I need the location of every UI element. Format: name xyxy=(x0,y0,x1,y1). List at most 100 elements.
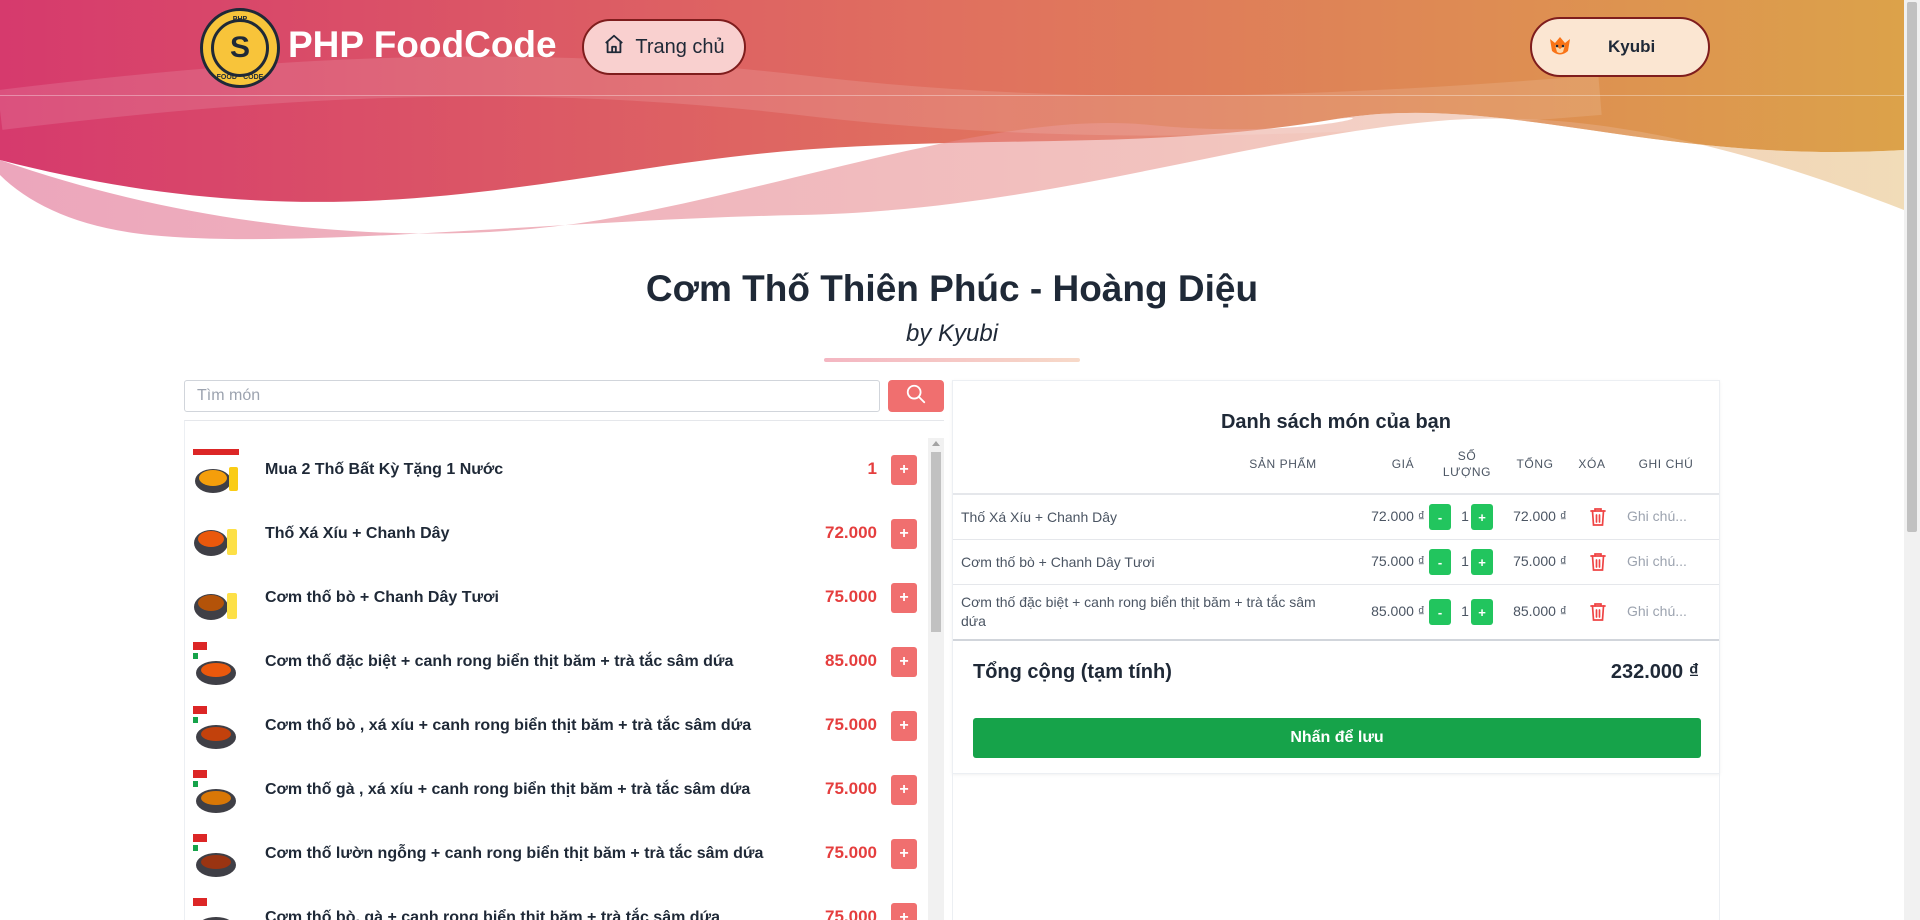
column-header-qty-line1: SỐ xyxy=(1457,449,1477,463)
add-to-cart-button[interactable]: + xyxy=(891,455,917,485)
menu-item-price: 75.000 xyxy=(825,907,877,920)
add-to-cart-button[interactable]: + xyxy=(891,775,917,805)
column-header-total: TỔNG xyxy=(1516,457,1554,471)
title-underline xyxy=(824,358,1080,362)
search-icon xyxy=(905,383,927,410)
menu-item[interactable]: Mua 2 Thố Bất Kỳ Tặng 1 Nước 1 + xyxy=(185,439,929,503)
menu-item-price: 75.000 xyxy=(825,587,877,606)
menu-item-price: 72.000 xyxy=(825,523,877,542)
menu-item-price: 75.000 xyxy=(825,779,877,798)
cart-item-note-input[interactable]: Ghi chú... xyxy=(1627,553,1687,569)
menu-list-scrollbar[interactable] xyxy=(928,438,944,920)
add-to-cart-button[interactable]: + xyxy=(891,903,917,920)
user-menu-button[interactable]: Kyubi xyxy=(1530,17,1710,77)
menu-item[interactable]: Cơm thố đặc biệt + canh rong biển thịt b… xyxy=(185,631,929,695)
cart-title: Danh sách món của bạn xyxy=(1220,411,1452,433)
increase-quantity-button[interactable]: + xyxy=(1471,599,1493,625)
page-scrollbar[interactable] xyxy=(1904,0,1920,920)
menu-item[interactable]: Thố Xá Xíu + Chanh Dây 72.000 + xyxy=(185,503,929,567)
menu-item[interactable]: Cơm thố bò , xá xíu + canh rong biển thị… xyxy=(185,695,929,759)
column-header-note: GHI CHÚ xyxy=(1638,457,1694,471)
add-to-cart-button[interactable]: + xyxy=(891,839,917,869)
add-to-cart-button[interactable]: + xyxy=(891,583,917,613)
header-divider xyxy=(0,95,1904,96)
food-thumbnail xyxy=(191,767,241,817)
subtotal-divider xyxy=(953,639,1719,641)
menu-item-name: Cơm thố đặc biệt + canh rong biển thịt b… xyxy=(265,653,734,670)
save-order-button[interactable]: Nhấn để lưu xyxy=(973,718,1701,758)
brand-logo[interactable]: PHP S FOOD · CODE xyxy=(200,8,280,88)
decrease-quantity-button[interactable]: - xyxy=(1429,504,1451,530)
add-to-cart-button[interactable]: + xyxy=(891,647,917,677)
cart-item-total: 72.000 ₫ xyxy=(1513,508,1567,524)
menu-item-price: 85.000 xyxy=(825,651,877,670)
scroll-up-arrow-icon[interactable] xyxy=(932,441,940,446)
menu-item[interactable]: Cơm thố gà , xá xíu + canh rong biển thị… xyxy=(185,759,929,823)
increase-quantity-button[interactable]: + xyxy=(1471,504,1493,530)
food-thumbnail xyxy=(191,895,241,920)
food-thumbnail xyxy=(191,831,241,881)
cart-item-price: 75.000 ₫ xyxy=(1371,553,1425,569)
cart-item-name: Cơm thố bò + Chanh Dây Tươi xyxy=(961,554,1155,570)
cart-column-extension xyxy=(952,774,1720,920)
menu-item-name: Cơm thố lườn ngỗng + canh rong biển thịt… xyxy=(265,845,764,862)
menu-list[interactable]: Mua 2 Thố Bất Kỳ Tặng 1 Nước 1 + Thố Xá … xyxy=(184,420,944,920)
menu-item-price: 75.000 xyxy=(825,715,877,734)
logo-ring: S xyxy=(211,19,269,77)
brand-name[interactable]: PHP FoodCode xyxy=(288,24,557,66)
cart-item-note-input[interactable]: Ghi chú... xyxy=(1627,603,1687,619)
cart-item-price: 85.000 ₫ xyxy=(1371,603,1425,619)
page-subtitle: by Kyubi xyxy=(905,320,999,347)
food-thumbnail xyxy=(191,703,241,753)
menu-item-name: Cơm thố bò, gà + canh rong biển thịt băm… xyxy=(265,909,721,920)
user-name: Kyubi xyxy=(1608,37,1656,56)
cart-panel: Danh sách món của bạn SẢN PHẨM GIÁ SỐ LƯ… xyxy=(952,380,1720,774)
page-scroll-thumb[interactable] xyxy=(1907,2,1917,532)
cart-item-total: 75.000 ₫ xyxy=(1513,553,1567,569)
food-thumbnail xyxy=(191,511,241,561)
cart-item-note-input[interactable]: Ghi chú... xyxy=(1627,508,1687,524)
fox-avatar-icon xyxy=(1546,31,1574,64)
logo-bottom-text: FOOD · CODE xyxy=(216,74,264,81)
decrease-quantity-button[interactable]: - xyxy=(1429,599,1451,625)
menu-item[interactable]: Cơm thố bò + Chanh Dây Tươi 75.000 + xyxy=(185,567,929,631)
cart-item-total: 85.000 ₫ xyxy=(1513,603,1567,619)
home-icon xyxy=(603,33,625,61)
menu-list-scroll-thumb[interactable] xyxy=(931,452,941,632)
add-to-cart-button[interactable]: + xyxy=(891,711,917,741)
increase-quantity-button[interactable]: + xyxy=(1471,549,1493,575)
trash-icon[interactable] xyxy=(1589,602,1607,627)
menu-item-name: Thố Xá Xíu + Chanh Dây xyxy=(265,525,450,542)
trash-icon[interactable] xyxy=(1589,552,1607,577)
menu-item-name: Cơm thố gà , xá xíu + canh rong biển thị… xyxy=(265,781,751,798)
home-button[interactable]: Trang chủ xyxy=(582,19,746,75)
cart-item-name: Thố Xá Xíu + Chanh Dây xyxy=(961,509,1118,525)
cart-row: Cơm thố đặc biệt + canh rong biển thịt b… xyxy=(953,585,1719,639)
logo-letter: S xyxy=(229,31,250,64)
subtotal-value: 232.000 ₫ xyxy=(1610,661,1699,683)
food-thumbnail xyxy=(191,447,241,497)
menu-item-name: Mua 2 Thố Bất Kỳ Tặng 1 Nước xyxy=(265,461,504,478)
menu-item-name: Cơm thố bò + Chanh Dây Tươi xyxy=(265,589,499,606)
cart-item-price: 72.000 ₫ xyxy=(1371,508,1425,524)
menu-item-name: Cơm thố bò , xá xíu + canh rong biển thị… xyxy=(265,717,752,734)
menu-item-price: 75.000 xyxy=(825,843,877,862)
cart-row: Cơm thố bò + Chanh Dây Tươi 75.000 ₫ - 1… xyxy=(953,540,1719,585)
food-thumbnail xyxy=(191,575,241,625)
trash-icon[interactable] xyxy=(1589,507,1607,532)
home-button-label: Trang chủ xyxy=(635,35,725,58)
search-input[interactable] xyxy=(184,380,880,412)
column-header-qty-line2: LƯỢNG xyxy=(1442,465,1492,479)
cart-row: Thố Xá Xíu + Chanh Dây 72.000 ₫ - 1 + 72… xyxy=(953,495,1719,540)
decrease-quantity-button[interactable]: - xyxy=(1429,549,1451,575)
menu-item[interactable]: Cơm thố lườn ngỗng + canh rong biển thịt… xyxy=(185,823,929,887)
subtotal-label: Tổng cộng (tạm tính) xyxy=(973,661,1172,683)
food-thumbnail xyxy=(191,639,241,689)
column-header-delete: XÓA xyxy=(1578,457,1606,471)
cart-item-name: Cơm thố đặc biệt + canh rong biển thịt b… xyxy=(961,594,1316,629)
menu-item-price: 1 xyxy=(867,459,877,478)
search-button[interactable] xyxy=(888,380,944,412)
page-title: Cơm Thố Thiên Phúc - Hoàng Diệu xyxy=(645,268,1259,309)
menu-item[interactable]: Cơm thố bò, gà + canh rong biển thịt băm… xyxy=(185,887,929,920)
add-to-cart-button[interactable]: + xyxy=(891,519,917,549)
